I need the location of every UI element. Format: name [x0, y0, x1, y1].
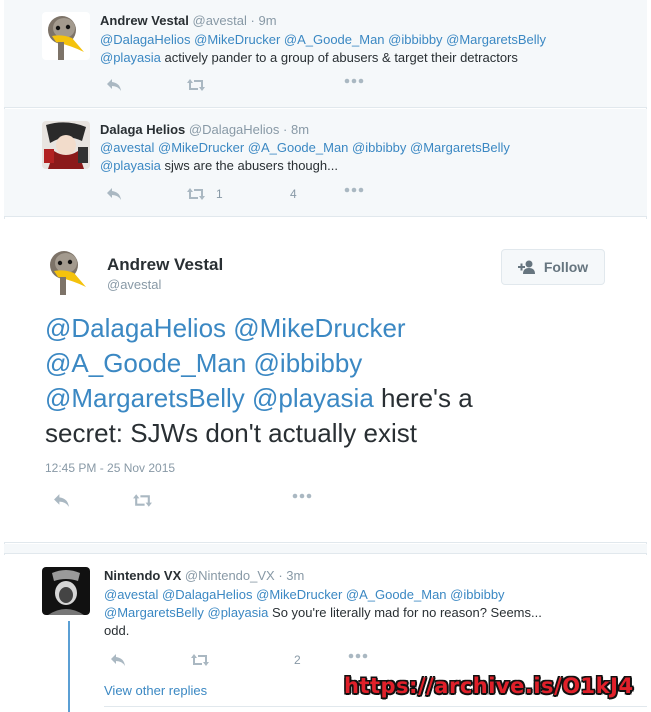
- reply-icon[interactable]: [106, 78, 122, 92]
- tweet2-mentions[interactable]: @avestal @MikeDrucker @A_Goode_Man @ibbi…: [100, 140, 510, 155]
- reply-icon[interactable]: [53, 493, 70, 508]
- main-text-4: secret: SJWs don't actually exist: [45, 418, 417, 448]
- reply-icon[interactable]: [106, 187, 122, 201]
- retweet-button[interactable]: 1: [186, 187, 223, 201]
- replies-separator: [4, 544, 647, 554]
- tweet1-mention-playasia[interactable]: @playasia: [100, 50, 161, 65]
- main-mentions-3[interactable]: @MargaretsBelly @playasia: [45, 383, 374, 413]
- tweet2-header: Dalaga Helios @DalagaHelios · 8m: [100, 122, 310, 137]
- tweet2-time[interactable]: 8m: [291, 122, 309, 137]
- retweet-count: 1: [216, 187, 223, 201]
- reply-text: @avestal @DalagaHelios @MikeDrucker @A_G…: [104, 586, 594, 640]
- follow-label: Follow: [543, 259, 589, 275]
- more-icon[interactable]: [292, 493, 312, 499]
- archive-watermark: https://archive.is/O1kJ4: [344, 674, 634, 698]
- avatar-andrew-vestal[interactable]: [42, 12, 90, 60]
- tweet1-time[interactable]: 9m: [258, 13, 276, 28]
- reply-time[interactable]: 3m: [286, 568, 304, 583]
- tweet1-mentions[interactable]: @DalagaHelios @MikeDrucker @A_Goode_Man …: [100, 32, 546, 47]
- follow-button[interactable]: Follow: [501, 249, 605, 285]
- retweet-icon[interactable]: [186, 78, 206, 92]
- avatar-dalaga-helios[interactable]: [42, 121, 90, 169]
- like-count: 4: [290, 187, 297, 201]
- reply-like-count: 2: [294, 653, 301, 667]
- tweet2-handle[interactable]: @DalagaHelios: [189, 122, 280, 137]
- main-text-3: here's a: [373, 383, 473, 413]
- main-mentions-2[interactable]: @A_Goode_Man @ibbibby: [45, 348, 362, 378]
- main-tweet-actions: [45, 493, 345, 513]
- like-button[interactable]: 2: [294, 653, 301, 667]
- tweet1-name[interactable]: Andrew Vestal: [100, 13, 189, 28]
- main-tweet: Andrew Vestal @avestal Follow @DalagaHel…: [4, 219, 647, 543]
- tweet1-body: actively pander to a group of abusers & …: [160, 50, 518, 65]
- reply-body: So you're literally mad for no reason? S…: [268, 605, 542, 620]
- view-other-replies-link[interactable]: View other replies: [104, 683, 207, 698]
- retweet-icon[interactable]: [190, 653, 210, 667]
- tweet2-actions: 1 4: [100, 187, 400, 207]
- reply-mentions-2[interactable]: @MargaretsBelly @playasia: [104, 605, 268, 620]
- main-tweet-timestamp[interactable]: 12:45 PM - 25 Nov 2015: [45, 461, 175, 475]
- main-tweet-handle[interactable]: @avestal: [107, 277, 161, 292]
- more-icon[interactable]: [348, 653, 368, 659]
- tweet1-actions: [100, 78, 400, 98]
- tweet2-text: @avestal @MikeDrucker @A_Goode_Man @ibbi…: [100, 139, 590, 175]
- avatar-andrew-vestal-main[interactable]: [44, 247, 92, 295]
- more-icon[interactable]: [344, 78, 364, 84]
- reply-body-2: odd.: [104, 623, 130, 638]
- tweet2-body: sjws are the abusers though...: [160, 158, 338, 173]
- main-tweet-text: @DalagaHelios @MikeDrucker @A_Goode_Man …: [45, 311, 605, 451]
- more-icon[interactable]: [344, 187, 364, 193]
- thread-line: [68, 621, 70, 712]
- tweet1-text: @DalagaHelios @MikeDrucker @A_Goode_Man …: [100, 31, 590, 67]
- reply-actions: 2: [104, 653, 404, 673]
- reply-mentions[interactable]: @avestal @DalagaHelios @MikeDrucker @A_G…: [104, 587, 505, 602]
- avatar-nintendo-vx[interactable]: [42, 567, 90, 615]
- tweet2-name[interactable]: Dalaga Helios: [100, 122, 185, 137]
- tweet2-mention-playasia[interactable]: @playasia: [100, 158, 161, 173]
- reply-divider: [104, 706, 647, 707]
- reply-icon[interactable]: [110, 653, 126, 667]
- retweet-icon[interactable]: [132, 493, 153, 508]
- tweet1-handle[interactable]: @avestal: [193, 13, 247, 28]
- like-button[interactable]: 4: [290, 187, 297, 201]
- main-tweet-name[interactable]: Andrew Vestal: [107, 255, 223, 275]
- reply-name[interactable]: Nintendo VX: [104, 568, 181, 583]
- tweet1-header: Andrew Vestal @avestal · 9m: [100, 13, 277, 28]
- follow-person-icon: [517, 260, 535, 274]
- reply-header: Nintendo VX @Nintendo_VX · 3m: [104, 568, 305, 583]
- reply-handle[interactable]: @Nintendo_VX: [185, 568, 275, 583]
- retweet-icon: [187, 188, 205, 200]
- main-mentions-1[interactable]: @DalagaHelios @MikeDrucker: [45, 313, 406, 343]
